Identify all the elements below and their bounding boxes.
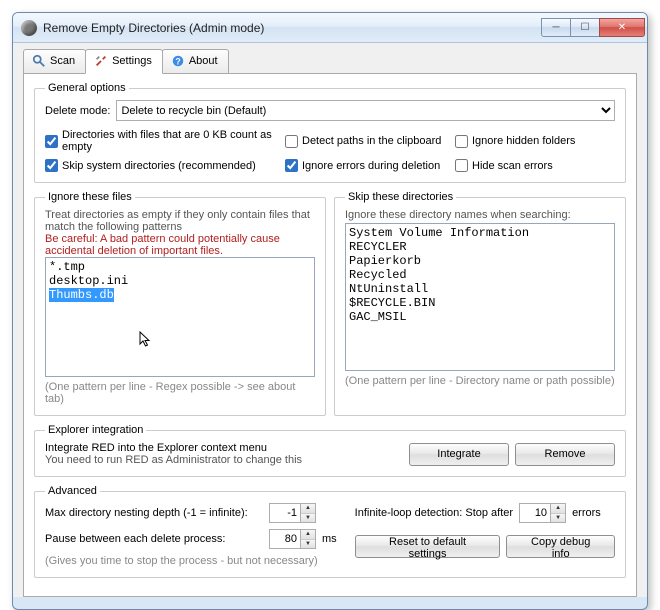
loop-input[interactable]	[520, 504, 550, 522]
skip-dirs-group: Skip these directories Ignore these dire…	[334, 191, 626, 416]
advanced-group: Advanced Max directory nesting depth (-1…	[34, 485, 626, 578]
tab-label: Settings	[112, 55, 152, 67]
list-item[interactable]: *.tmp	[49, 260, 311, 274]
tab-label: About	[189, 55, 218, 67]
window-title: Remove Empty Directories (Admin mode)	[43, 21, 542, 35]
group-legend: Ignore these files	[45, 191, 135, 203]
pause-label: Pause between each delete process:	[45, 533, 263, 545]
ignore-files-group: Ignore these files Treat directories as …	[34, 191, 326, 416]
group-legend: Advanced	[45, 485, 100, 497]
client-area: Scan Settings ? About General options D	[13, 43, 647, 597]
tools-icon	[94, 54, 108, 68]
loop-label-post: errors	[572, 507, 601, 519]
spin-down-icon[interactable]: ▼	[301, 540, 315, 549]
tab-bar: Scan Settings ? About	[13, 43, 647, 73]
svg-text:?: ?	[175, 57, 180, 67]
group-legend: General options	[45, 82, 129, 94]
group-legend: Skip these directories	[345, 191, 456, 203]
general-options-group: General options Delete mode: Delete to r…	[34, 82, 626, 183]
tab-settings[interactable]: Settings	[85, 49, 163, 74]
close-button[interactable]: ✕	[599, 18, 645, 37]
settings-panel: General options Delete mode: Delete to r…	[23, 73, 637, 597]
loop-label-pre: Infinite-loop detection: Stop after	[355, 507, 513, 519]
explorer-line1: Integrate RED into the Explorer context …	[45, 442, 409, 454]
help-icon: ?	[171, 54, 185, 68]
skip-dirs-footer: (One pattern per line - Directory name o…	[345, 375, 615, 387]
list-item[interactable]: Papierkorb	[349, 254, 611, 268]
max-depth-input[interactable]	[270, 504, 300, 522]
skip-dirs-hint: Ignore these directory names when search…	[345, 209, 615, 221]
tab-scan[interactable]: Scan	[23, 49, 86, 73]
tab-about[interactable]: ? About	[162, 49, 229, 73]
maximize-button[interactable]: ☐	[570, 18, 600, 37]
minimize-button[interactable]: ─	[541, 18, 571, 37]
ignore-files-warning: Be careful: A bad pattern could potentia…	[45, 233, 315, 257]
spin-down-icon[interactable]: ▼	[551, 514, 565, 523]
spin-up-icon[interactable]: ▲	[301, 504, 315, 514]
list-item[interactable]: Thumbs.db	[49, 288, 311, 302]
delete-mode-select[interactable]: Delete to recycle bin (Default)	[116, 100, 615, 121]
list-item[interactable]: desktop.ini	[49, 274, 311, 288]
explorer-integration-group: Explorer integration Integrate RED into …	[34, 424, 626, 477]
pause-input[interactable]	[270, 530, 300, 548]
list-item[interactable]: GAC_MSIL	[349, 310, 611, 324]
check-hide-scan-errors[interactable]: Hide scan errors	[455, 159, 615, 172]
spin-up-icon[interactable]: ▲	[301, 530, 315, 540]
list-item[interactable]: Recycled	[349, 268, 611, 282]
list-item[interactable]: System Volume Information	[349, 226, 611, 240]
app-icon	[21, 20, 37, 36]
window-buttons: ─ ☐ ✕	[542, 18, 645, 37]
pause-hint: (Gives you time to stop the process - bu…	[45, 555, 337, 567]
pause-unit: ms	[322, 533, 337, 545]
list-item[interactable]: RECYCLER	[349, 240, 611, 254]
magnifier-icon	[32, 54, 46, 68]
app-window: Remove Empty Directories (Admin mode) ─ …	[12, 12, 648, 610]
check-ignore-errors[interactable]: Ignore errors during deletion	[285, 159, 455, 172]
spin-up-icon[interactable]: ▲	[551, 504, 565, 514]
tab-label: Scan	[50, 55, 75, 67]
skip-dirs-listbox[interactable]: System Volume InformationRECYCLERPapierk…	[345, 223, 615, 371]
max-depth-label: Max directory nesting depth (-1 = infini…	[45, 507, 263, 519]
group-legend: Explorer integration	[45, 424, 146, 436]
check-zero-kb[interactable]: Directories with files that are 0 KB cou…	[45, 129, 285, 153]
copy-debug-button[interactable]: Copy debug info	[506, 535, 615, 558]
delete-mode-label: Delete mode:	[45, 105, 110, 117]
spin-down-icon[interactable]: ▼	[301, 514, 315, 523]
explorer-line2: You need to run RED as Administrator to …	[45, 454, 409, 466]
ignore-files-listbox[interactable]: *.tmpdesktop.iniThumbs.db	[45, 257, 315, 377]
titlebar: Remove Empty Directories (Admin mode) ─ …	[13, 13, 647, 43]
loop-spinner[interactable]: ▲▼	[519, 503, 566, 523]
list-item[interactable]: NtUninstall	[349, 282, 611, 296]
list-item[interactable]: $RECYCLE.BIN	[349, 296, 611, 310]
ignore-files-hint: Treat directories as empty if they only …	[45, 209, 315, 233]
pause-spinner[interactable]: ▲▼	[269, 529, 316, 549]
integrate-button[interactable]: Integrate	[409, 443, 509, 466]
ignore-files-footer: (One pattern per line - Regex possible -…	[45, 381, 315, 405]
reset-defaults-button[interactable]: Reset to default settings	[355, 535, 501, 558]
check-detect-clipboard[interactable]: Detect paths in the clipboard	[285, 129, 455, 153]
max-depth-spinner[interactable]: ▲▼	[269, 503, 316, 523]
check-skip-system[interactable]: Skip system directories (recommended)	[45, 159, 285, 172]
remove-button[interactable]: Remove	[515, 443, 615, 466]
check-ignore-hidden[interactable]: Ignore hidden folders	[455, 129, 615, 153]
